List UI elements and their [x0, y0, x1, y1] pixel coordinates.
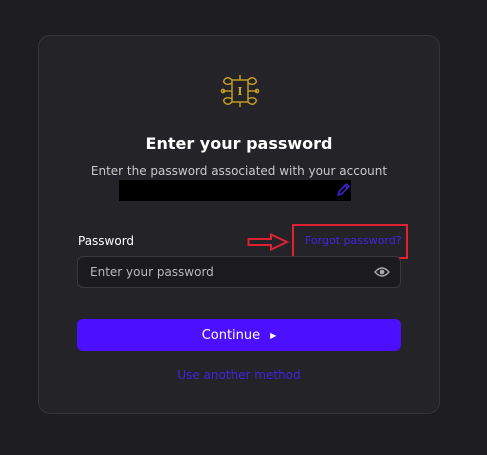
continue-button[interactable]: Continue ▶ — [77, 319, 401, 351]
password-input[interactable] — [78, 257, 358, 287]
page-title: Enter your password — [145, 134, 333, 153]
login-card: I Enter your password Enter the password… — [38, 35, 440, 414]
svg-text:I: I — [237, 85, 242, 98]
use-another-method-link[interactable]: Use another method — [39, 368, 439, 382]
arrow-right-icon — [247, 233, 289, 251]
play-triangle-icon: ▶ — [270, 330, 277, 340]
redacted-email — [119, 180, 351, 201]
annotation-highlight-box — [292, 224, 408, 259]
password-label: Password — [78, 234, 135, 248]
pencil-icon[interactable] — [336, 182, 351, 197]
eye-icon[interactable] — [374, 265, 390, 279]
page-subtitle: Enter the password associated with your … — [90, 164, 388, 178]
ornate-monogram-logo-icon: I — [220, 75, 260, 107]
password-field — [77, 256, 401, 288]
continue-button-label: Continue — [201, 327, 261, 343]
